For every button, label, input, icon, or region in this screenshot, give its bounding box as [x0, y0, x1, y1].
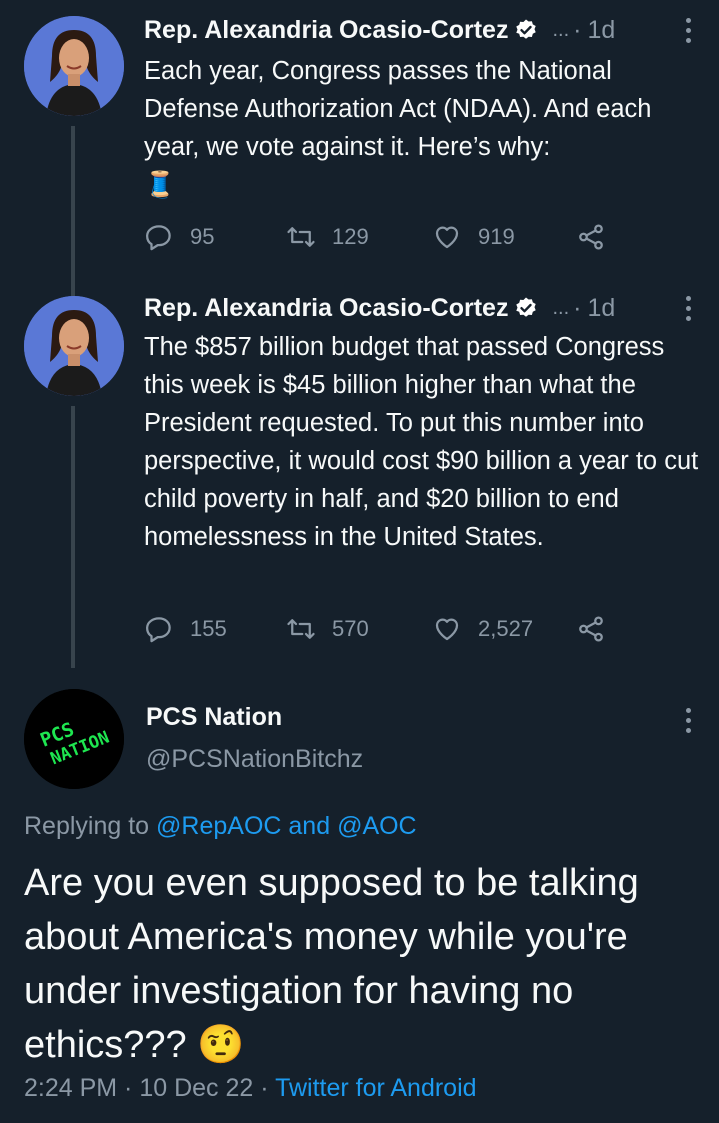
replying-to: Replying to @RepAOC and @AOC — [24, 812, 417, 841]
tweet-text: Each year, Congress passes the National … — [144, 52, 704, 204]
retweet-button[interactable]: 129 — [286, 220, 369, 254]
more-options-icon[interactable] — [683, 293, 693, 323]
author-name[interactable]: Rep. Alexandria Ocasio-Cortez — [144, 16, 508, 45]
reply-button[interactable]: 95 — [144, 220, 214, 254]
tweet-actions: 95 129 919 — [144, 220, 614, 254]
share-icon — [579, 616, 603, 642]
author-name[interactable]: Rep. Alexandria Ocasio-Cortez — [144, 294, 508, 323]
portrait-image — [24, 296, 124, 396]
thread-tweet-1[interactable]: Rep. Alexandria Ocasio-Cortez ... · 1d E… — [0, 0, 719, 296]
reply-text-content: Are you even supposed to be talking abou… — [24, 862, 639, 1066]
reply-count: 155 — [190, 616, 227, 641]
verified-badge-icon — [516, 297, 537, 317]
reply-icon — [146, 225, 171, 251]
portrait-image — [24, 16, 124, 116]
mention-link-aoc[interactable]: @AOC — [337, 812, 417, 840]
author-avatar[interactable] — [24, 16, 124, 116]
separator-dot: · — [573, 293, 582, 322]
like-count: 2,527 — [478, 616, 534, 641]
reply-count: 95 — [190, 224, 215, 249]
reply-button[interactable]: 155 — [144, 612, 227, 646]
thread-connector — [71, 406, 75, 668]
verified-badge-icon — [516, 19, 537, 39]
retweet-count: 129 — [332, 224, 369, 249]
pcs-nation-logo: PCS NATION — [24, 689, 124, 789]
reply-author-handle[interactable]: @PCSNationBitchz — [146, 745, 363, 774]
share-button[interactable] — [576, 220, 606, 254]
raised-eyebrow-emoji: 🤨 — [197, 1024, 245, 1066]
share-icon — [579, 224, 603, 250]
tweet-footer: 2:24 PM · 10 Dec 22 · Twitter for Androi… — [24, 1074, 477, 1103]
replying-prefix: Replying to — [24, 812, 157, 840]
truncated-handle: ... — [552, 296, 570, 319]
like-count: 919 — [478, 224, 515, 249]
replying-and[interactable]: and — [281, 812, 337, 840]
tweet-header: Rep. Alexandria Ocasio-Cortez ... · 1d — [144, 12, 615, 48]
like-button[interactable]: 919 — [432, 220, 515, 254]
tweet-timestamp: 2:24 PM · 10 Dec 22 · — [24, 1074, 276, 1102]
share-button[interactable] — [576, 612, 606, 646]
retweet-button[interactable]: 570 — [286, 612, 369, 646]
more-options-icon[interactable] — [683, 705, 693, 735]
retweet-count: 570 — [332, 616, 369, 641]
reply-icon — [146, 617, 171, 643]
thread-emoji: 🧵 — [144, 171, 176, 199]
author-avatar[interactable] — [24, 296, 124, 396]
mention-link-repaoc[interactable]: @RepAOC — [156, 812, 281, 840]
reply-author-avatar[interactable]: PCS NATION — [24, 689, 124, 789]
more-options-icon[interactable] — [683, 15, 693, 45]
retweet-icon — [287, 227, 315, 247]
heart-icon — [435, 618, 459, 641]
thread-tweet-2[interactable]: Rep. Alexandria Ocasio-Cortez ... · 1d T… — [0, 280, 719, 668]
reply-author-name[interactable]: PCS Nation — [146, 703, 282, 732]
tweet-time[interactable]: 1d — [587, 16, 615, 45]
tweet-actions: 155 570 2,527 — [144, 612, 614, 646]
like-button[interactable]: 2,527 — [432, 612, 533, 646]
heart-icon — [435, 226, 459, 249]
tweet-text: The $857 billion budget that passed Cong… — [144, 333, 699, 551]
separator-dot: · — [573, 15, 582, 44]
retweet-icon — [287, 619, 315, 639]
tweet-text-content: Each year, Congress passes the National … — [144, 57, 652, 161]
tweet-header: Rep. Alexandria Ocasio-Cortez ... · 1d — [144, 290, 615, 326]
truncated-handle: ... — [552, 18, 570, 41]
tweet-time[interactable]: 1d — [587, 294, 615, 323]
reply-text: Are you even supposed to be talking abou… — [24, 856, 704, 1072]
client-link[interactable]: Twitter for Android — [275, 1074, 476, 1102]
thread-connector — [71, 126, 75, 296]
